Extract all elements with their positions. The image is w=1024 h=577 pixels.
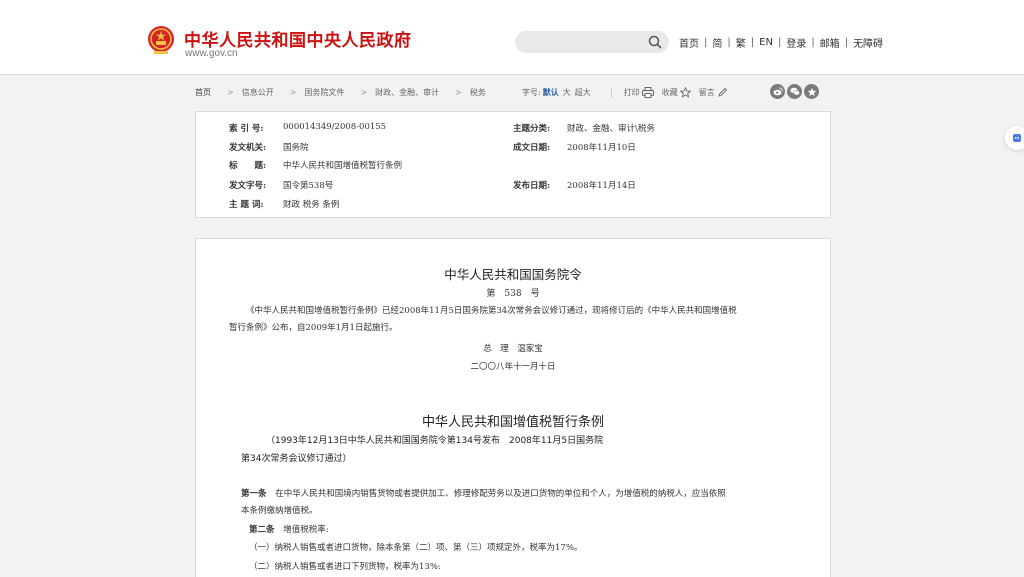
breadcrumb-info-public[interactable]: 信息公开 bbox=[242, 87, 274, 98]
comment-label: 留言 bbox=[698, 88, 715, 97]
search-input[interactable] bbox=[515, 31, 669, 53]
font-size-default[interactable]: 默认 bbox=[543, 87, 559, 98]
info-index-no-label: 索 引 号: bbox=[229, 124, 264, 134]
star-icon bbox=[679, 87, 691, 98]
info-doc-no: 发文字号: 国令第538号 bbox=[229, 179, 333, 191]
nav-home[interactable]: 首页 bbox=[679, 35, 699, 50]
breadcrumb-arrow: > bbox=[227, 88, 234, 97]
article-2-label: 第二条 bbox=[249, 525, 275, 535]
pencil-icon bbox=[718, 87, 727, 97]
info-category-label: 主题分类: bbox=[513, 124, 551, 134]
nav-separator: | bbox=[704, 37, 708, 48]
share-buttons bbox=[769, 84, 820, 99]
article-2-item-1: （一）纳税人销售或者进口货物，除本条第（二）项、第（三）项规定外，税率为17%。 bbox=[249, 543, 583, 553]
font-size-large[interactable]: 大 bbox=[563, 87, 571, 98]
nav-separator: | bbox=[844, 37, 849, 48]
qzone-share-button[interactable] bbox=[804, 84, 819, 99]
nav-traditional[interactable]: 繁 bbox=[736, 35, 746, 50]
assistant-icon bbox=[1013, 134, 1021, 142]
info-publish-date: 发布日期: 2008年11月14日 bbox=[513, 179, 636, 191]
info-issuer-label: 发文机关: bbox=[229, 143, 267, 153]
article-1-text: 在中华人民共和国境内销售货物或者提供加工、修理修配劳务以及进口货物的单位和个人，… bbox=[275, 489, 726, 499]
decree-sign-date: 二〇〇八年十一月十日 bbox=[470, 362, 556, 372]
breadcrumb-bar: 首页 > 信息公开 > 国务院文件 > 财政、金融、审计 > 税务 字号: 默认… bbox=[195, 84, 831, 100]
nav-separator: | bbox=[750, 37, 755, 48]
breadcrumb: 首页 > 信息公开 > 国务院文件 > 财政、金融、审计 > 税务 bbox=[195, 87, 486, 98]
font-size-label: 字号: bbox=[522, 88, 541, 97]
decree-number: 第 538 号 bbox=[486, 289, 540, 299]
decree-paragraph-line-1: 《中华人民共和国增值税暂行条例》已经2008年11月5日国务院第34次常务会议修… bbox=[246, 306, 737, 316]
info-written-date-label: 成文日期: bbox=[513, 143, 551, 153]
breadcrumb-arrow: > bbox=[360, 88, 368, 97]
info-written-date: 成文日期: 2008年11月10日 bbox=[513, 141, 636, 153]
breadcrumb-tax[interactable]: 税务 bbox=[470, 87, 486, 98]
tools-divider bbox=[610, 87, 612, 98]
font-size-xlarge[interactable]: 超大 bbox=[575, 87, 591, 98]
info-keywords-label: 主 题 词: bbox=[229, 200, 264, 210]
nav-separator: | bbox=[727, 37, 731, 48]
info-index-no-value: 000014349/2008-00155 bbox=[283, 122, 387, 132]
article-2: 第二条 增值税税率: bbox=[249, 522, 329, 539]
comment-button[interactable]: 留言 bbox=[699, 87, 728, 98]
breadcrumb-arrow: > bbox=[455, 88, 462, 97]
nav-english[interactable]: EN bbox=[759, 37, 773, 48]
regulation-note-line-2: 第34次常务会议修订通过） bbox=[241, 454, 352, 464]
info-index-no: 索 引 号: 000014349/2008-00155 bbox=[229, 122, 386, 134]
info-publish-date-label: 发布日期: bbox=[513, 181, 551, 191]
weibo-icon bbox=[773, 87, 783, 96]
wechat-icon bbox=[789, 87, 800, 96]
regulation-title: 中华人民共和国增值税暂行条例 bbox=[421, 415, 604, 430]
article-2-text: 增值税税率: bbox=[283, 525, 329, 535]
info-doc-no-value: 国令第538号 bbox=[283, 181, 334, 191]
article-body: 中华人民共和国国务院令 第 538 号 《中华人民共和国增值税暂行条例》已经20… bbox=[195, 238, 831, 577]
page-tools: 字号: 默认 大 超大 打印 收藏 留言 bbox=[522, 87, 736, 98]
info-written-date-value: 2008年11月10日 bbox=[567, 143, 636, 153]
decree-title: 中华人民共和国国务院令 bbox=[444, 267, 582, 282]
top-nav: 首页 | 简 | 繁 | EN | 登录 | 邮箱 | 无障碍 bbox=[679, 35, 883, 50]
nav-login[interactable]: 登录 bbox=[786, 35, 806, 50]
qzone-star-icon bbox=[807, 87, 816, 96]
weibo-share-button[interactable] bbox=[770, 84, 785, 99]
national-emblem-icon[interactable] bbox=[147, 25, 175, 55]
site-url: www.gov.cn bbox=[185, 48, 238, 59]
info-keywords: 主 题 词: 财政 税务 条例 bbox=[229, 198, 339, 210]
info-doc-no-label: 发文字号: bbox=[229, 181, 267, 191]
nav-mailbox[interactable]: 邮箱 bbox=[820, 35, 840, 50]
floating-assistant-button[interactable] bbox=[1005, 126, 1024, 150]
info-title-value: 中华人民共和国增值税暂行条例 bbox=[283, 161, 403, 171]
breadcrumb-arrow: > bbox=[289, 88, 297, 97]
site-header: 中华人民共和国中央人民政府 www.gov.cn 首页 | 简 | 繁 | EN… bbox=[0, 0, 1024, 75]
info-category: 主题分类: 财政、金融、审计\税务 bbox=[513, 122, 655, 134]
info-issuer-value: 国务院 bbox=[283, 143, 309, 153]
decree-paragraph-line-2: 暂行条例》公布，自2009年1月1日起施行。 bbox=[229, 323, 398, 333]
info-keywords-value: 财政 税务 条例 bbox=[283, 200, 340, 210]
print-button[interactable]: 打印 bbox=[624, 87, 654, 98]
breadcrumb-state-council-docs[interactable]: 国务院文件 bbox=[304, 87, 344, 98]
info-publish-date-value: 2008年11月14日 bbox=[567, 181, 636, 191]
decree-signer: 总 理 温家宝 bbox=[483, 344, 543, 354]
nav-simplified[interactable]: 简 bbox=[712, 35, 722, 50]
nav-separator: | bbox=[811, 37, 815, 48]
breadcrumb-home[interactable]: 首页 bbox=[195, 87, 211, 98]
favorite-label: 收藏 bbox=[661, 88, 678, 97]
article-2-item-2: （二）纳税人销售或者进口下列货物，税率为13%: bbox=[249, 562, 441, 572]
favorite-button[interactable]: 收藏 bbox=[662, 87, 691, 98]
nav-accessibility[interactable]: 无障碍 bbox=[853, 35, 883, 50]
search-icon[interactable] bbox=[648, 35, 662, 49]
decree-paragraph: 《中华人民共和国增值税暂行条例》已经2008年11月5日国务院第34次常务会议修… bbox=[229, 303, 737, 337]
article-1: 第一条 在中华人民共和国境内销售货物或者提供加工、修理修配劳务以及进口货物的单位… bbox=[241, 486, 726, 520]
info-title: 标 题: 中华人民共和国增值税暂行条例 bbox=[229, 159, 402, 171]
article-1-text-cont: 本条例缴纳增值税。 bbox=[241, 506, 318, 516]
wechat-share-button[interactable] bbox=[787, 84, 802, 99]
document-info-panel: 索 引 号: 000014349/2008-00155 主题分类: 财政、金融、… bbox=[195, 111, 831, 218]
print-label: 打印 bbox=[623, 88, 640, 97]
printer-icon bbox=[641, 87, 654, 98]
info-category-value: 财政、金融、审计\税务 bbox=[567, 124, 655, 134]
info-title-label: 标 题: bbox=[229, 161, 267, 171]
nav-separator: | bbox=[777, 37, 782, 48]
breadcrumb-finance[interactable]: 财政、金融、审计 bbox=[375, 87, 439, 98]
regulation-note-line-1: （1993年12月13日中华人民共和国国务院令第134号发布 2008年11月5… bbox=[266, 436, 604, 446]
article-1-label: 第一条 bbox=[241, 489, 267, 499]
info-issuer: 发文机关: 国务院 bbox=[229, 141, 309, 153]
